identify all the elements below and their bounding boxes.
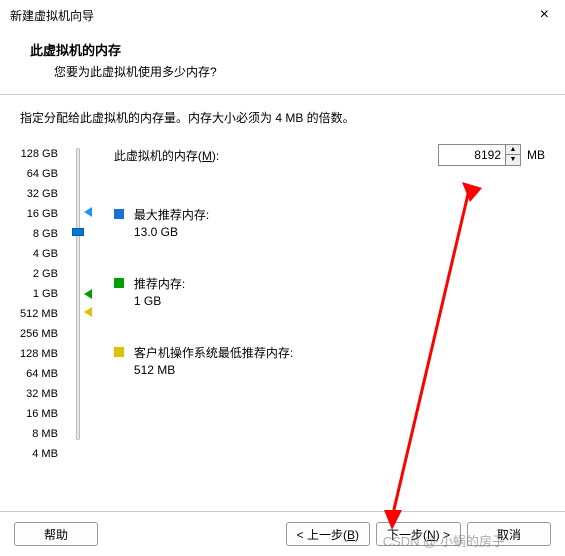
slider-thumb[interactable] (72, 228, 84, 236)
scale-label: 64 GB (20, 164, 58, 184)
page-title: 此虚拟机的内存 (30, 40, 535, 59)
min-marker-icon (84, 307, 92, 317)
scale-label: 32 MB (20, 384, 58, 404)
wizard-header: 此虚拟机的内存 您要为此虚拟机使用多少内存? (0, 30, 565, 94)
yellow-square-icon (114, 347, 124, 357)
scale-label: 128 MB (20, 344, 58, 364)
help-button[interactable]: 帮助 (14, 522, 98, 546)
scale-labels: 128 GB 64 GB 32 GB 16 GB 8 GB 4 GB 2 GB … (20, 144, 64, 464)
scale-label: 8 MB (20, 424, 58, 444)
rec-label: 推荐内存: (134, 275, 185, 292)
memory-unit: MB (527, 148, 545, 162)
scale-label: 16 MB (20, 404, 58, 424)
rec-recommendation: 推荐内存: 1 GB (114, 275, 545, 308)
memory-input-row: 此虚拟机的内存(M): ▲ ▼ MB (114, 144, 545, 166)
slider-track (76, 148, 80, 440)
scale-label: 64 MB (20, 364, 58, 384)
scale-label: 2 GB (20, 264, 58, 284)
rec-marker-icon (84, 289, 92, 299)
page-subtitle: 您要为此虚拟机使用多少内存? (30, 63, 535, 80)
min-value: 512 MB (134, 363, 293, 377)
min-recommendation: 客户机操作系统最低推荐内存: 512 MB (114, 344, 545, 377)
max-label: 最大推荐内存: (134, 206, 209, 223)
scale-label: 8 GB (20, 224, 58, 244)
rec-value: 1 GB (134, 294, 185, 308)
scale-label: 128 GB (20, 144, 58, 164)
memory-label: 此虚拟机的内存(M): (114, 147, 438, 164)
next-button[interactable]: 下一步(N) > (376, 522, 461, 546)
scale-label: 256 MB (20, 324, 58, 344)
window-title: 新建虚拟机向导 (10, 7, 94, 24)
scale-label: 32 GB (20, 184, 58, 204)
min-label: 客户机操作系统最低推荐内存: (134, 344, 293, 361)
titlebar: 新建虚拟机向导 × (0, 0, 565, 30)
max-recommendation: 最大推荐内存: 13.0 GB (114, 206, 545, 239)
spinner-buttons: ▲ ▼ (506, 144, 521, 166)
green-square-icon (114, 278, 124, 288)
memory-slider[interactable] (64, 144, 94, 444)
blue-square-icon (114, 209, 124, 219)
scale-label: 16 GB (20, 204, 58, 224)
spin-up-icon[interactable]: ▲ (506, 145, 520, 155)
right-column: 此虚拟机的内存(M): ▲ ▼ MB 最大推荐内存: 13.0 GB (94, 144, 545, 464)
instruction-text: 指定分配给此虚拟机的内存量。内存大小必须为 4 MB 的倍数。 (20, 109, 545, 126)
max-value: 13.0 GB (134, 225, 209, 239)
memory-input[interactable] (438, 144, 506, 166)
spin-down-icon[interactable]: ▼ (506, 155, 520, 165)
scale-label: 4 GB (20, 244, 58, 264)
scale-label: 4 MB (20, 444, 58, 464)
content-area: 指定分配给此虚拟机的内存量。内存大小必须为 4 MB 的倍数。 128 GB 6… (0, 95, 565, 474)
footer: 帮助 < 上一步(B) 下一步(N) > 取消 (0, 511, 565, 556)
scale-label: 512 MB (20, 304, 58, 324)
memory-spinner: ▲ ▼ (438, 144, 521, 166)
max-marker-icon (84, 207, 92, 217)
cancel-button[interactable]: 取消 (467, 522, 551, 546)
slider-column: 128 GB 64 GB 32 GB 16 GB 8 GB 4 GB 2 GB … (20, 144, 94, 464)
back-button[interactable]: < 上一步(B) (286, 522, 370, 546)
memory-config: 128 GB 64 GB 32 GB 16 GB 8 GB 4 GB 2 GB … (20, 144, 545, 464)
scale-label: 1 GB (20, 284, 58, 304)
close-icon[interactable]: × (534, 6, 555, 24)
